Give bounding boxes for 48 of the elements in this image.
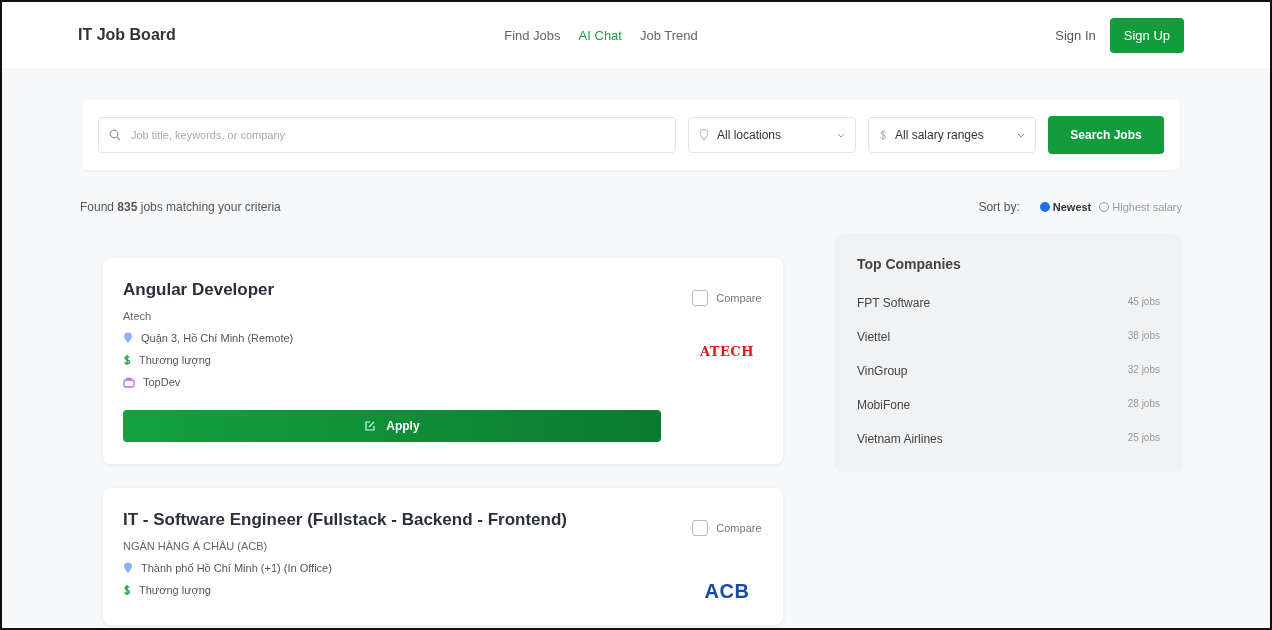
search-icon — [109, 129, 121, 141]
company-link[interactable]: Vietnam Airlines — [856, 432, 943, 446]
job-title[interactable]: Angular Developer — [123, 280, 661, 300]
job-count: 28 jobs — [1127, 398, 1160, 411]
location-dropdown[interactable]: All locations — [688, 117, 856, 153]
site-logo[interactable]: IT Job Board — [78, 26, 467, 44]
search-jobs-button[interactable]: Search Jobs — [1048, 116, 1164, 154]
job-count: 32 jobs — [1127, 364, 1160, 377]
panel-title: Top Companies — [856, 256, 962, 272]
edit-icon — [364, 420, 377, 432]
company-link[interactable]: MobiFone — [856, 398, 911, 412]
company-name: Atech — [123, 310, 153, 322]
company-link[interactable]: FPT Software — [856, 296, 931, 310]
job-location: Quận 3, Hồ Chí Minh (Remote) — [141, 332, 294, 344]
sign-up-button[interactable]: Sign Up — [1109, 17, 1184, 53]
job-source: TopDev — [143, 376, 181, 388]
company-logo: ATECH — [699, 344, 754, 359]
nav-link[interactable]: Find Jobs — [504, 27, 561, 43]
company-link[interactable]: VinGroup — [856, 364, 908, 378]
briefcase-icon — [123, 376, 135, 388]
job-salary: Thương lượng — [139, 584, 211, 596]
location-pin-icon — [123, 332, 133, 344]
nav-link[interactable]: Job Trend — [639, 27, 698, 43]
sort-label: Sort by: — [978, 200, 1020, 214]
search-field[interactable]: Job title, keywords, or company — [98, 117, 676, 153]
company-name: NGÂN HÀNG Á CHÂU (ACB) — [123, 540, 269, 552]
job-title[interactable]: IT - Software Engineer (Fullstack - Backend - Frontend) — [123, 510, 661, 530]
compare-checkbox[interactable]: Compare — [692, 520, 762, 536]
sort-radio[interactable]: Newest — [1039, 201, 1092, 213]
job-count: 25 jobs — [1127, 432, 1160, 445]
location-pin-icon — [123, 562, 133, 574]
job-count: 38 jobs — [1127, 330, 1160, 343]
company-link[interactable]: Viettel — [856, 330, 891, 344]
results-count-text: Found 835 jobs matching your criteria — [80, 200, 281, 214]
job-count: 45 jobs — [1127, 296, 1160, 309]
caret-icon — [1017, 132, 1025, 138]
compare-checkbox[interactable]: Compare — [692, 290, 762, 306]
location-pin-icon — [699, 129, 709, 141]
dollar-icon — [123, 584, 131, 596]
company-logo: ACB — [704, 580, 750, 603]
salary-dropdown[interactable]: All salary ranges — [868, 117, 1036, 153]
sign-in-link[interactable]: Sign In — [1055, 27, 1096, 43]
apply-button[interactable]: Apply — [123, 410, 661, 442]
job-location: Thành phố Hồ Chí Minh (+1) (In Office) — [141, 562, 332, 574]
dollar-icon — [123, 354, 131, 366]
caret-icon — [837, 132, 845, 138]
job-salary: Thương lượng — [139, 354, 211, 366]
dollar-icon — [879, 129, 887, 141]
